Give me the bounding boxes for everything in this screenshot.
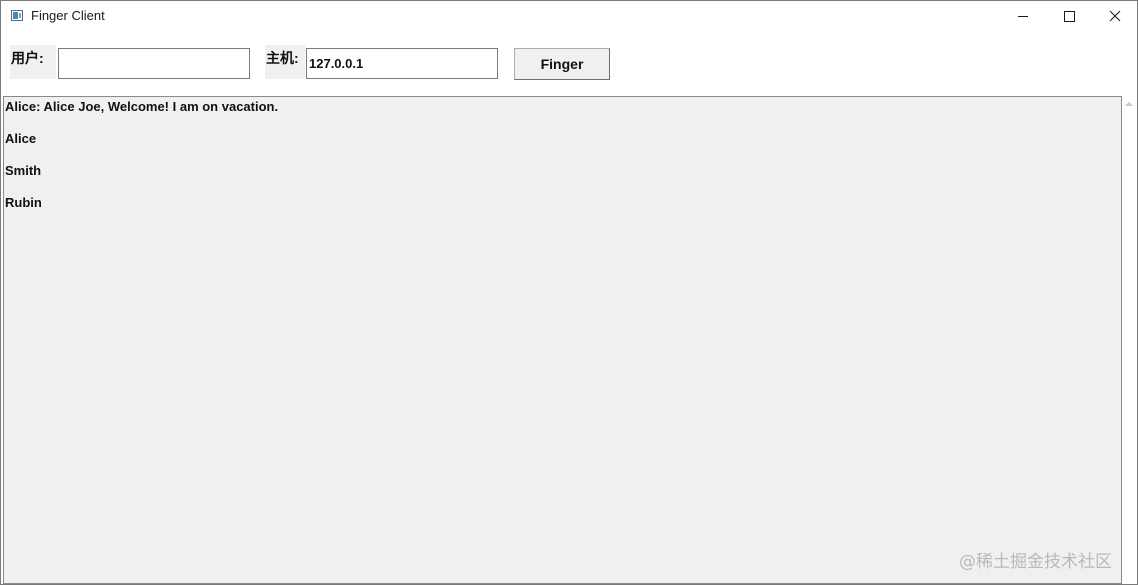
host-input[interactable] [306,48,498,79]
watermark: @稀土掘金技术社区 [959,552,1112,572]
finger-client-window: Finger Client 用户: 主机: Finger Alice: Alic… [0,0,1138,585]
app-window-icon [11,10,23,21]
output-line: Smith [5,163,42,178]
output-line: Alice: Alice Joe, Welcome! I am on vacat… [5,99,279,114]
close-icon [1109,10,1121,22]
maximize-button[interactable] [1046,1,1092,31]
title-bar[interactable]: Finger Client [1,1,1137,31]
host-label-box: 主机: [265,45,305,79]
user-label: 用户: [11,50,44,66]
window-title: Finger Client [31,8,105,23]
maximize-icon [1064,11,1075,22]
output-line: Alice [5,131,37,146]
finger-button[interactable]: Finger [514,48,610,80]
close-button[interactable] [1092,1,1137,31]
user-input[interactable] [58,48,250,79]
vertical-scrollbar[interactable] [1122,96,1137,584]
output-line: Rubin [5,195,42,210]
minimize-icon [1018,16,1028,17]
output-text-area[interactable]: Alice: Alice Joe, Welcome! I am on vacat… [3,96,1122,584]
scroll-up-arrow-icon[interactable] [1125,102,1133,106]
host-label: 主机: [266,50,299,66]
user-label-box: 用户: [10,45,56,79]
minimize-button[interactable] [1000,1,1046,31]
